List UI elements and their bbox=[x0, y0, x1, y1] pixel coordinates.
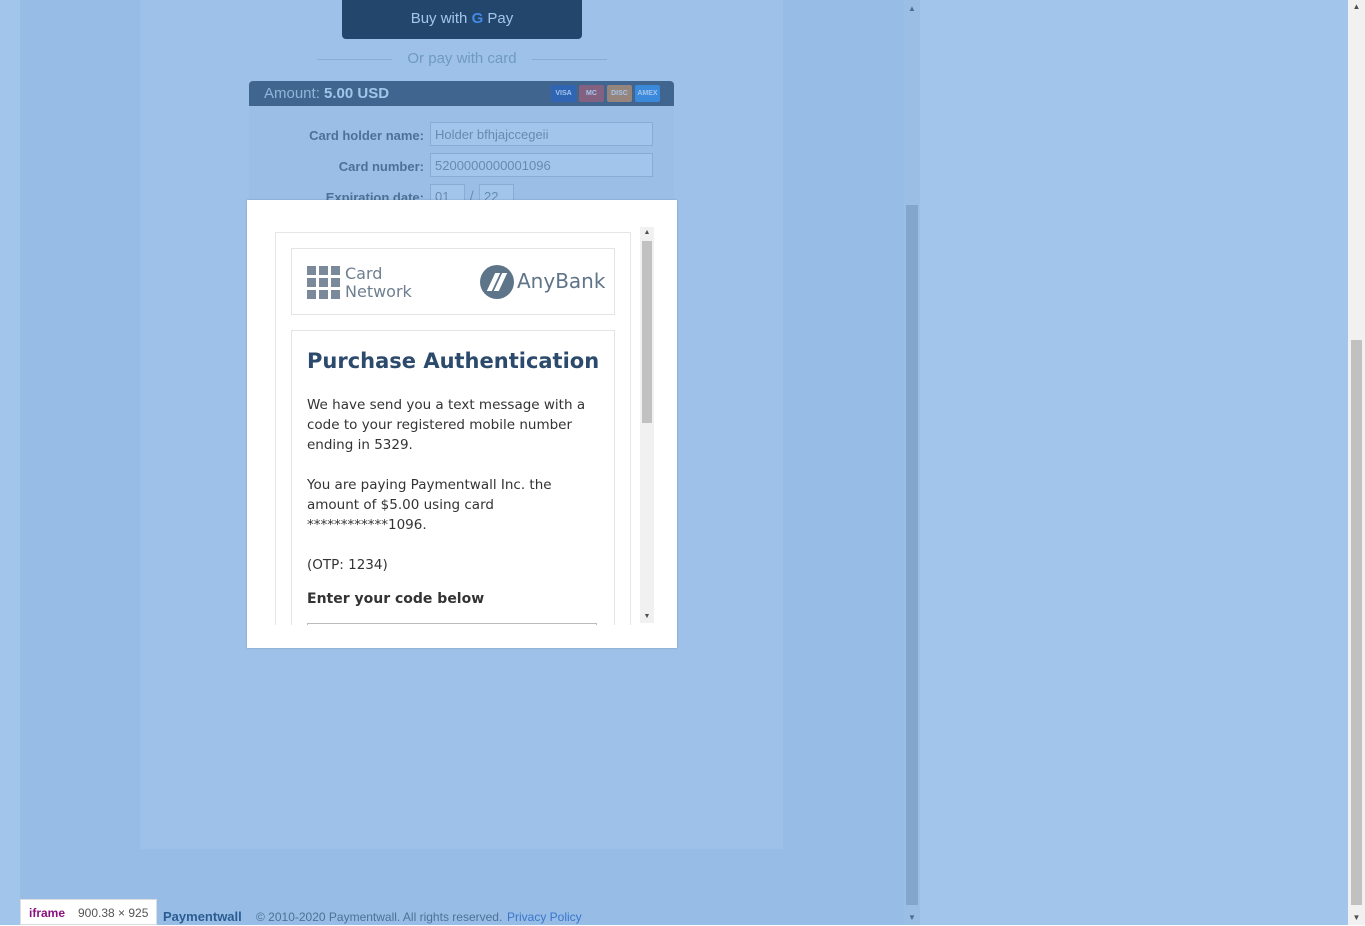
auth-frame: Card Network AnyBank Purchase Authentica… bbox=[275, 232, 631, 625]
tooltip-tag: iframe bbox=[29, 906, 66, 920]
anybank-logo: AnyBank bbox=[517, 269, 606, 293]
enter-code-label: Enter your code below bbox=[307, 591, 485, 607]
modal-scroll-up-icon[interactable]: ▲ bbox=[640, 227, 654, 239]
logo-bar: Card Network AnyBank bbox=[291, 248, 615, 315]
sms-message: We have send you a text message with a c… bbox=[307, 397, 586, 453]
card-network-logo: Card Network bbox=[345, 265, 412, 301]
card-network-line2: Network bbox=[345, 282, 412, 301]
devtools-element-tooltip: iframe 900.38 × 925 bbox=[20, 899, 157, 925]
payment-summary: You are paying Paymentwall Inc. the amou… bbox=[307, 477, 552, 533]
tooltip-dimensions: 900.38 × 925 bbox=[78, 906, 149, 920]
otp-code-input[interactable] bbox=[307, 623, 597, 625]
page-scroll-thumb[interactable] bbox=[1351, 340, 1362, 905]
modal-scroll-down-icon[interactable]: ▼ bbox=[640, 611, 654, 623]
modal-scrollbar[interactable]: ▲ ▼ bbox=[640, 227, 654, 623]
otp-hint: (OTP: 1234) bbox=[307, 557, 388, 573]
page-scroll-down-icon[interactable]: ▼ bbox=[1348, 911, 1365, 925]
anybank-icon bbox=[480, 265, 514, 299]
auth-title: Purchase Authentication bbox=[307, 349, 600, 373]
modal-scroll-thumb[interactable] bbox=[642, 241, 652, 423]
auth-modal: Card Network AnyBank Purchase Authentica… bbox=[247, 200, 677, 648]
page-scrollbar[interactable]: ▲ ▼ bbox=[1348, 0, 1365, 925]
page-scroll-up-icon[interactable]: ▲ bbox=[1348, 0, 1365, 14]
card-network-line1: Card bbox=[345, 264, 383, 283]
card-network-grid-icon bbox=[307, 266, 340, 299]
auth-content: Purchase Authentication We have send you… bbox=[291, 330, 615, 625]
